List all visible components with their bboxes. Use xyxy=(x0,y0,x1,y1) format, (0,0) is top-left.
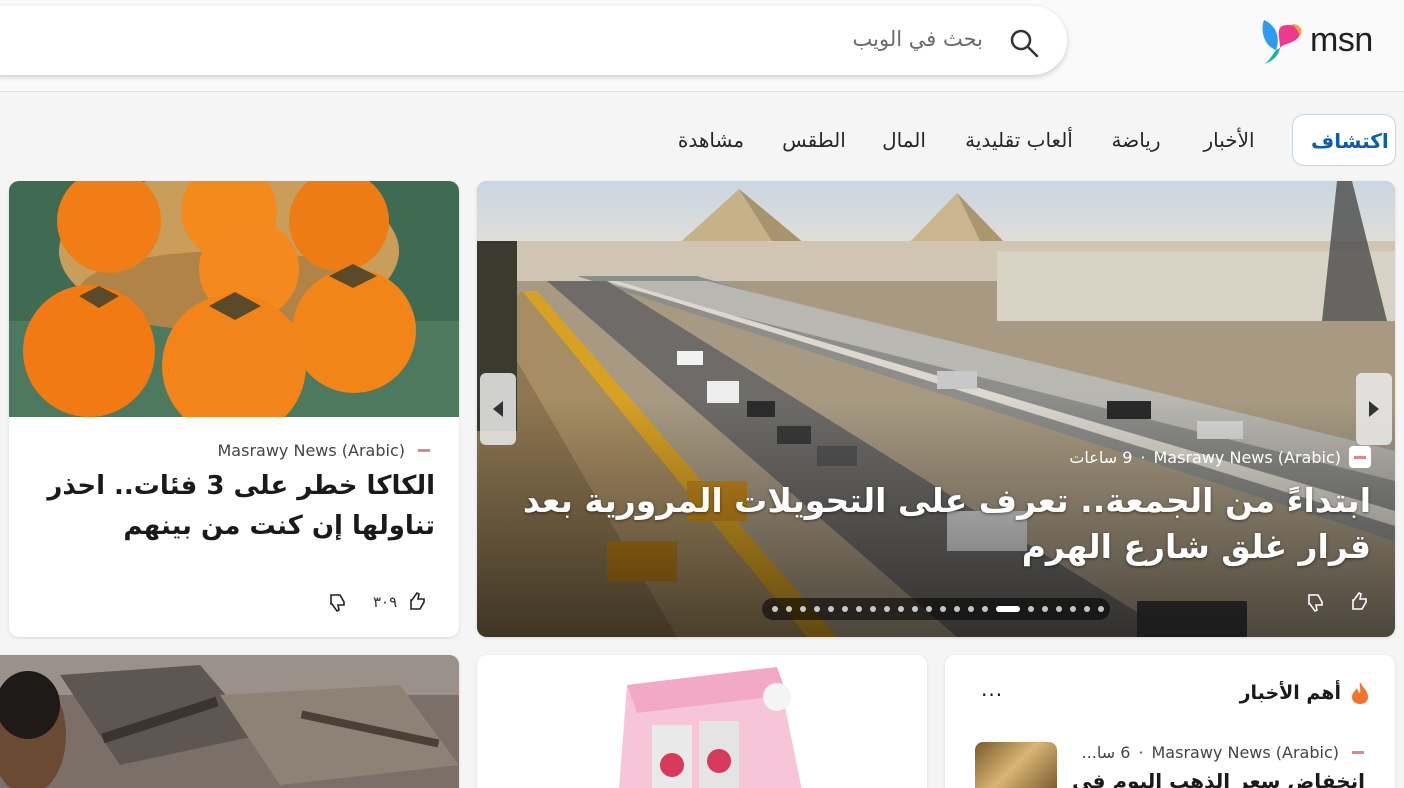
carousel-dot[interactable] xyxy=(1056,606,1062,612)
persimmon-image xyxy=(9,181,459,417)
carousel-next-button[interactable] xyxy=(1356,373,1392,445)
meta-separator: · xyxy=(1140,447,1146,467)
carousel-dot[interactable] xyxy=(968,606,974,612)
hero-meta: Masrawy News (Arabic) · 9 ساعات xyxy=(1069,446,1371,468)
carousel-dot[interactable] xyxy=(884,606,890,612)
publisher-logo-icon xyxy=(1347,741,1369,763)
carousel-dot[interactable] xyxy=(870,606,876,612)
tab-watch[interactable]: مشاهدة xyxy=(671,114,751,166)
carousel-dot[interactable] xyxy=(954,606,960,612)
hero-article-card[interactable]: Masrawy News (Arabic) · 9 ساعات ابتداءً … xyxy=(477,181,1395,637)
carousel-dot[interactable] xyxy=(926,606,932,612)
rubble-image xyxy=(0,655,459,788)
dislike-icon[interactable] xyxy=(1305,591,1327,613)
product-ad-card[interactable] xyxy=(477,655,927,788)
top-news-thumbnail[interactable] xyxy=(975,742,1057,788)
carousel-dot[interactable] xyxy=(1084,606,1090,612)
carousel-dot[interactable] xyxy=(1098,606,1104,612)
tab-discover[interactable]: اكتشاف xyxy=(1292,114,1396,166)
top-news-heading: أهم الأخبار xyxy=(1239,682,1341,704)
like-count: ٣٠٩ xyxy=(373,593,398,611)
persimmon-article-card[interactable]: Masrawy News (Arabic) الكاكا خطر على 3 ف… xyxy=(9,181,459,637)
like-icon[interactable] xyxy=(1349,591,1371,613)
side-source[interactable]: Masrawy News (Arabic) xyxy=(218,441,406,460)
publisher-logo-icon xyxy=(1349,446,1371,468)
hero-source[interactable]: Masrawy News (Arabic) xyxy=(1154,448,1342,467)
carousel-dot[interactable] xyxy=(772,606,778,612)
tab-money[interactable]: المال xyxy=(874,114,934,166)
butterfly-logo-icon xyxy=(1262,20,1302,64)
top-news-item-source[interactable]: Masrawy News (Arabic) xyxy=(1152,743,1340,762)
tab-classic-games[interactable]: ألعاب تقليدية xyxy=(955,114,1083,166)
tab-weather[interactable]: الطقس xyxy=(777,114,851,166)
like-icon[interactable] xyxy=(407,591,429,613)
fire-icon xyxy=(1352,682,1368,704)
chevron-right-icon xyxy=(1369,401,1379,417)
search-placeholder: بحث في الويب xyxy=(852,27,983,51)
product-image xyxy=(477,655,927,788)
dislike-icon[interactable] xyxy=(327,591,349,613)
carousel-dot[interactable] xyxy=(800,606,806,612)
top-news-card: أهم الأخبار ... Masrawy News (Arabic) · … xyxy=(945,655,1395,788)
carousel-dot[interactable] xyxy=(982,606,988,612)
meta-separator: · xyxy=(1138,742,1144,762)
carousel-dot[interactable] xyxy=(828,606,834,612)
more-options-button[interactable]: ... xyxy=(981,677,1003,701)
carousel-dots[interactable] xyxy=(762,598,1110,620)
search-box[interactable]: بحث في الويب xyxy=(0,6,1067,75)
carousel-dot[interactable] xyxy=(856,606,862,612)
search-icon[interactable] xyxy=(1009,28,1039,58)
top-bar: بحث في الويب msn xyxy=(0,0,1404,92)
carousel-prev-button[interactable] xyxy=(480,373,516,445)
hero-actions xyxy=(1305,591,1371,613)
logo-text: msn xyxy=(1310,21,1373,59)
hero-time: 9 ساعات xyxy=(1069,447,1133,467)
top-news-item-time: 6 سا... xyxy=(1081,742,1131,762)
carousel-dot[interactable] xyxy=(1028,606,1034,612)
carousel-dot[interactable] xyxy=(940,606,946,612)
carousel-dot[interactable] xyxy=(1070,606,1076,612)
tab-news[interactable]: الأخبار xyxy=(1192,114,1266,166)
rubble-article-card[interactable] xyxy=(0,655,459,788)
carousel-dot[interactable] xyxy=(786,606,792,612)
publisher-logo-icon xyxy=(413,439,435,461)
side-title[interactable]: الكاكا خطر على 3 فئات.. احذر تناولها إن … xyxy=(35,466,435,546)
top-news-item-title[interactable]: انخفاض سعر الذهب اليوم في xyxy=(1072,769,1365,788)
hero-title[interactable]: ابتداءً من الجمعة.. تعرف على التحويلات ا… xyxy=(511,478,1371,570)
carousel-dot[interactable] xyxy=(912,606,918,612)
carousel-dot[interactable] xyxy=(814,606,820,612)
carousel-dot[interactable] xyxy=(996,606,1020,612)
top-news-header[interactable]: أهم الأخبار xyxy=(1240,681,1369,705)
side-actions: ٣٠٩ xyxy=(327,591,429,613)
top-news-item-meta: Masrawy News (Arabic) · 6 سا... xyxy=(1082,741,1369,763)
carousel-dot[interactable] xyxy=(842,606,848,612)
tab-sports[interactable]: رياضة xyxy=(1101,114,1171,166)
msn-logo[interactable]: msn xyxy=(1258,16,1380,66)
side-meta: Masrawy News (Arabic) xyxy=(218,439,435,461)
carousel-dot[interactable] xyxy=(1042,606,1048,612)
carousel-dot[interactable] xyxy=(898,606,904,612)
chevron-left-icon xyxy=(493,401,503,417)
